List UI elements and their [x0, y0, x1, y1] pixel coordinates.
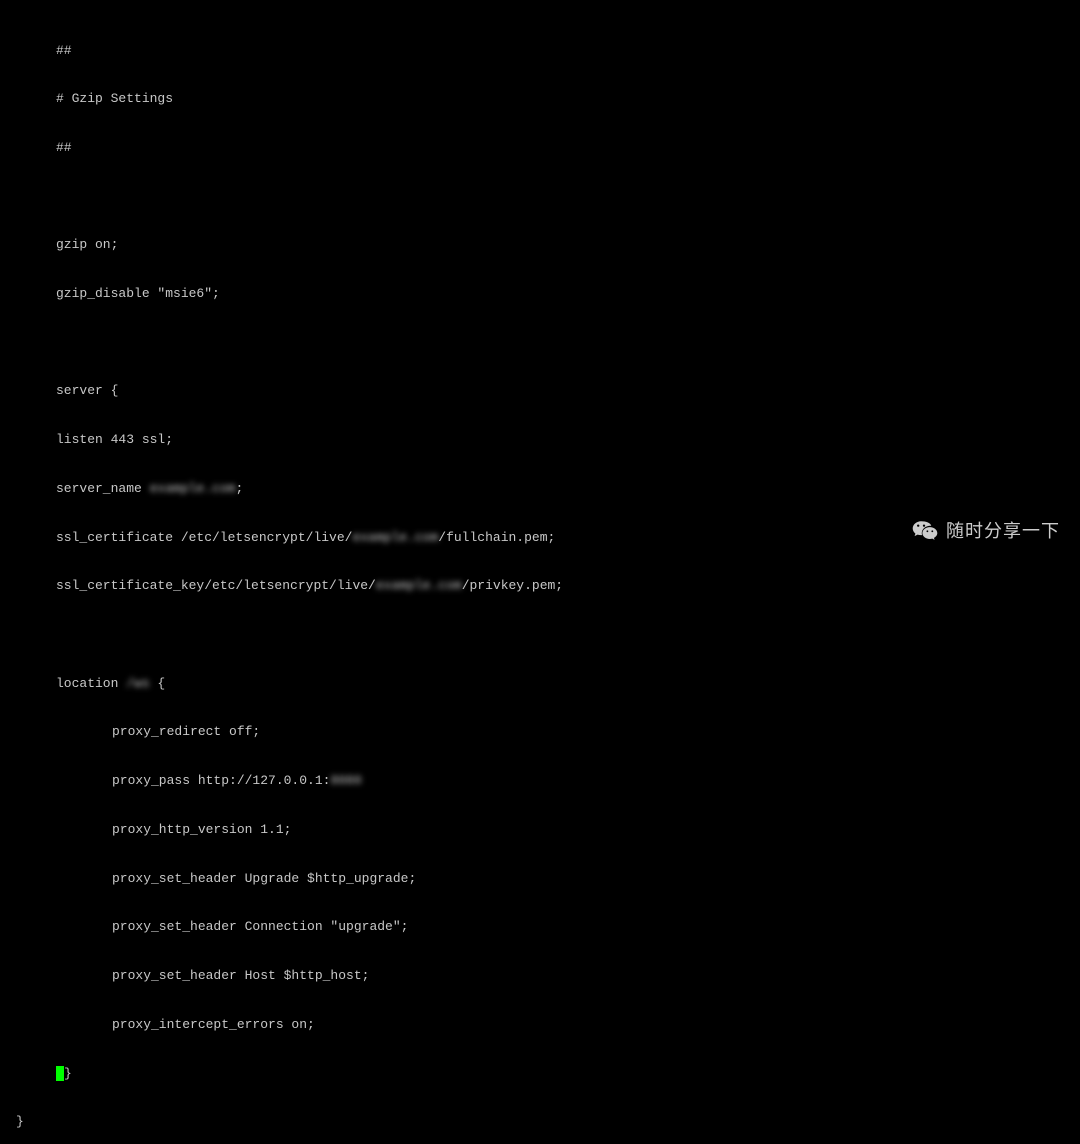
- code-line: server_name example.com;: [8, 481, 1080, 497]
- wechat-icon: [912, 518, 938, 544]
- terminal-cursor: [56, 1066, 64, 1081]
- code-line: }: [8, 1114, 1080, 1130]
- redacted-domain: example.com: [376, 578, 462, 593]
- code-line: proxy_intercept_errors on;: [8, 1017, 1080, 1033]
- code-line: ##: [8, 43, 1080, 59]
- redacted-domain: example.com: [352, 530, 438, 545]
- redacted-server-name: example.com: [150, 481, 236, 496]
- code-line: proxy_pass http://127.0.0.1:8080: [8, 773, 1080, 789]
- watermark: 随时分享一下: [912, 518, 1060, 544]
- code-line: proxy_set_header Host $http_host;: [8, 968, 1080, 984]
- code-line: [8, 627, 1080, 643]
- redacted-port: 8080: [330, 773, 361, 788]
- code-line: }: [8, 1066, 1080, 1082]
- redacted-location: /ws: [126, 676, 149, 691]
- code-line: proxy_set_header Upgrade $http_upgrade;: [8, 871, 1080, 887]
- code-line: listen 443 ssl;: [8, 432, 1080, 448]
- code-line: gzip_disable "msie6";: [8, 286, 1080, 302]
- code-line: location /ws {: [8, 676, 1080, 692]
- code-line: ssl_certificate_key/etc/letsencrypt/live…: [8, 578, 1080, 594]
- terminal-code-block[interactable]: ## # Gzip Settings ## gzip on; gzip_disa…: [0, 10, 1080, 1144]
- watermark-text: 随时分享一下: [946, 520, 1060, 543]
- code-line: proxy_redirect off;: [8, 724, 1080, 740]
- code-line: gzip on;: [8, 237, 1080, 253]
- code-line: proxy_http_version 1.1;: [8, 822, 1080, 838]
- code-line: proxy_set_header Connection "upgrade";: [8, 919, 1080, 935]
- code-line: [8, 335, 1080, 351]
- code-line: server {: [8, 383, 1080, 399]
- code-line: # Gzip Settings: [8, 91, 1080, 107]
- code-line: ##: [8, 140, 1080, 156]
- code-line: [8, 189, 1080, 205]
